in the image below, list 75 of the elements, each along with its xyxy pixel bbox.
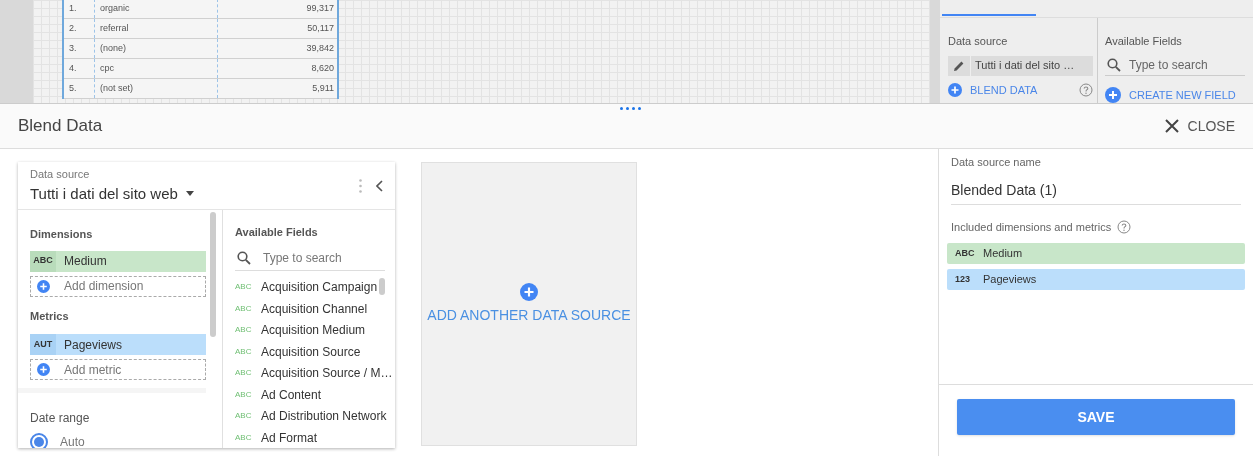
close-button[interactable]: CLOSE xyxy=(1163,115,1235,137)
type-tag: ABC xyxy=(235,388,261,401)
close-icon xyxy=(1163,118,1180,134)
scrollbar-thumb[interactable] xyxy=(379,278,385,295)
row-number: 1. xyxy=(68,1,78,15)
field-chip[interactable]: AUT Pageviews xyxy=(30,334,206,355)
section-label: Included dimensions and metrics xyxy=(951,219,1112,235)
search-field[interactable]: Type to search xyxy=(1129,56,1239,74)
section-label: Metrics xyxy=(30,308,70,324)
plus-icon xyxy=(520,282,538,301)
field-list-item[interactable]: ABC Ad Distribution Network xyxy=(235,405,395,427)
pencil-icon xyxy=(953,59,965,72)
field-list-item[interactable]: ABC Acquisition Medium xyxy=(235,319,395,341)
search-icon xyxy=(1107,58,1121,72)
field-list-item[interactable]: ABC Ad Format xyxy=(235,427,395,448)
table-cell: organic xyxy=(94,0,217,18)
collapse-icon[interactable] xyxy=(376,179,383,192)
search-icon xyxy=(237,251,251,265)
radio-option[interactable]: Auto xyxy=(30,433,210,448)
row-number: 3. xyxy=(68,41,78,55)
row-number: 2. xyxy=(68,21,78,35)
field-chip[interactable]: 123 Pageviews xyxy=(947,269,1245,290)
help-icon[interactable] xyxy=(1079,82,1093,97)
table-cell: referral xyxy=(94,19,217,38)
radio-button[interactable] xyxy=(30,433,48,448)
field-chip[interactable]: ABC Medium xyxy=(30,250,206,272)
section-label: Available Fields xyxy=(235,225,319,240)
field-chip[interactable]: ABC Medium xyxy=(947,243,1245,264)
table-cell: 5,911 xyxy=(217,79,337,98)
section-label: Date range xyxy=(30,410,91,427)
type-tag: ABC xyxy=(235,367,261,380)
field-list-item[interactable]: ABC Acquisition Source xyxy=(235,341,395,363)
plus-icon xyxy=(948,82,962,97)
field-list-item[interactable]: ABC Acquisition Source / M… xyxy=(235,362,395,384)
table-cell: 39,842 xyxy=(217,39,337,58)
type-tag: AUT xyxy=(30,334,56,355)
more-icon[interactable] xyxy=(359,178,362,193)
name-field[interactable]: Blended Data (1) xyxy=(951,176,1241,205)
field-label: Data source xyxy=(30,167,91,182)
type-tag: 123 xyxy=(947,272,983,287)
data-source-dropdown[interactable]: Tutti i dati del sito web xyxy=(30,182,194,205)
field-list-item[interactable]: ABC Acquisition Channel xyxy=(235,298,395,320)
dialog-title: Blend Data xyxy=(18,115,103,138)
field-list-item[interactable]: ABC Ad Content xyxy=(235,384,395,406)
field-list-item[interactable]: ABC Acquisition Campaign xyxy=(235,276,395,298)
table-cell: 50,117 xyxy=(217,19,337,38)
section-label: Available Fields xyxy=(1105,34,1183,49)
drag-handle-icon[interactable] xyxy=(620,107,641,110)
scrollbar-thumb[interactable] xyxy=(210,212,216,337)
search-field[interactable]: Type to search xyxy=(263,249,373,267)
type-tag: ABC xyxy=(947,246,983,261)
plus-icon xyxy=(37,363,50,376)
field-label: Data source name xyxy=(950,155,1042,170)
help-icon[interactable] xyxy=(1117,219,1132,234)
dropdown-caret-icon xyxy=(185,191,194,197)
table-cell: 8,620 xyxy=(217,59,337,78)
row-number: 4. xyxy=(68,61,78,75)
type-tag: ABC xyxy=(235,431,261,444)
add-metric-button[interactable]: Add metric xyxy=(30,359,206,380)
type-tag: ABC xyxy=(235,302,261,315)
add-dimension-button[interactable]: Add dimension xyxy=(30,275,206,297)
section-label: Data source xyxy=(948,34,1009,49)
data-source-field[interactable]: Tutti i dati del sito … xyxy=(948,55,1093,76)
table-cell: cpc xyxy=(94,59,217,78)
type-tag: ABC xyxy=(235,345,261,358)
table-cell: 99,317 xyxy=(217,0,337,18)
section-label: Dimensions xyxy=(30,227,94,242)
type-tag: ABC xyxy=(235,324,261,337)
plus-icon xyxy=(37,279,50,293)
table-cell: (not set) xyxy=(94,79,217,98)
type-tag: ABC xyxy=(30,250,56,272)
type-tag: ABC xyxy=(235,281,261,294)
table-cell: (none) xyxy=(94,39,217,58)
row-number: 5. xyxy=(68,81,78,95)
type-tag: ABC xyxy=(235,410,261,423)
